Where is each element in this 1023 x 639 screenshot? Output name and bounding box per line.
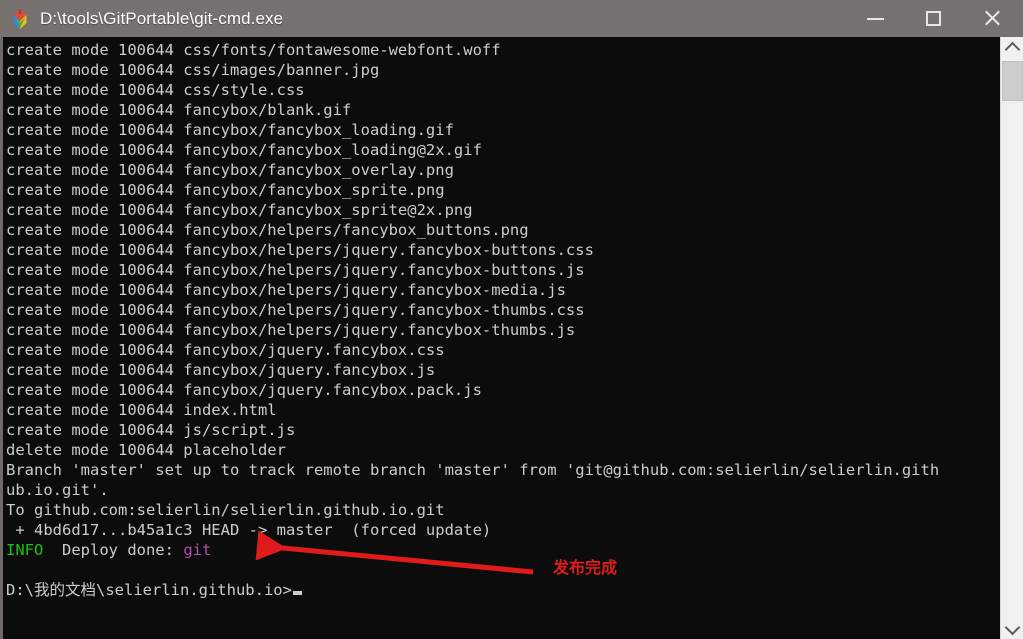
- console-text-segment: create mode 100644 css/images/banner.jpg: [6, 61, 380, 79]
- console-line: create mode 100644 fancybox/helpers/jque…: [6, 240, 1000, 260]
- console-text-segment: create mode 100644 fancybox/helpers/jque…: [6, 321, 576, 339]
- console-text-segment: create mode 100644 fancybox/jquery.fancy…: [6, 381, 482, 399]
- console-line: create mode 100644 fancybox/helpers/jque…: [6, 260, 1000, 280]
- console-text-segment: INFO: [6, 541, 44, 559]
- console-text-segment: create mode 100644 fancybox/helpers/fanc…: [6, 221, 529, 239]
- console-text-segment: create mode 100644 fancybox/helpers/jque…: [6, 301, 585, 319]
- console-line: D:\我的文档\selierlin.github.io>: [6, 580, 1000, 600]
- chevron-down-icon: [1004, 619, 1021, 635]
- console-line: create mode 100644 fancybox/jquery.fancy…: [6, 340, 1000, 360]
- console-line: create mode 100644 fancybox/helpers/fanc…: [6, 220, 1000, 240]
- minimize-button[interactable]: [852, 0, 898, 37]
- console-text-segment: To github.com:selierlin/selierlin.github…: [6, 501, 445, 519]
- close-icon: [983, 9, 1002, 28]
- console-text-segment: create mode 100644 fancybox/fancybox_spr…: [6, 181, 445, 199]
- console-text-segment: create mode 100644 fancybox/jquery.fancy…: [6, 341, 445, 359]
- chevron-up-icon: [1004, 41, 1021, 57]
- console-line: ub.io.git'.: [6, 480, 1000, 500]
- console-line: create mode 100644 fancybox/helpers/jque…: [6, 280, 1000, 300]
- console-text-segment: create mode 100644 css/style.css: [6, 81, 305, 99]
- terminal-window: D:\tools\GitPortable\git-cmd.exe create …: [0, 0, 1023, 639]
- console-line: create mode 100644 fancybox/fancybox_spr…: [6, 200, 1000, 220]
- console-text-segment: create mode 100644 index.html: [6, 401, 277, 419]
- console-text-segment: create mode 100644 fancybox/blank.gif: [6, 101, 352, 119]
- console-line: create mode 100644 fancybox/jquery.fancy…: [6, 360, 1000, 380]
- maximize-icon: [925, 11, 941, 26]
- console-line: create mode 100644 index.html: [6, 400, 1000, 420]
- console-text-segment: create mode 100644 fancybox/fancybox_ove…: [6, 161, 454, 179]
- console-line: create mode 100644 css/style.css: [6, 80, 1000, 100]
- terminal-cursor: [292, 591, 302, 595]
- console-line: create mode 100644 fancybox/fancybox_spr…: [6, 180, 1000, 200]
- console-line: create mode 100644 fancybox/jquery.fancy…: [6, 380, 1000, 400]
- console-text-segment: create mode 100644 fancybox/fancybox_spr…: [6, 201, 473, 219]
- console-line: create mode 100644 js/script.js: [6, 420, 1000, 440]
- console-text-segment: Deploy done:: [43, 541, 184, 559]
- console-line: create mode 100644 fancybox/fancybox_loa…: [6, 140, 1000, 160]
- scrollbar-up-button[interactable]: [1001, 37, 1023, 58]
- console-output[interactable]: create mode 100644 css/fonts/fontawesome…: [3, 37, 1000, 639]
- console-line: create mode 100644 fancybox/helpers/jque…: [6, 300, 1000, 320]
- console-line: create mode 100644 fancybox/fancybox_ove…: [6, 160, 1000, 180]
- console-text-segment: create mode 100644 fancybox/helpers/jque…: [6, 261, 585, 279]
- console-line: create mode 100644 fancybox/helpers/jque…: [6, 320, 1000, 340]
- console-text-segment: + 4bd6d17...b45a1c3 HEAD -> master (forc…: [6, 521, 492, 539]
- minimize-icon: [866, 17, 884, 20]
- scrollbar-down-button[interactable]: [1001, 618, 1023, 639]
- console-line: To github.com:selierlin/selierlin.github…: [6, 500, 1000, 520]
- console-text-segment: Branch 'master' set up to track remote b…: [6, 461, 940, 479]
- console-text-segment: create mode 100644 js/script.js: [6, 421, 296, 439]
- console-text-segment: create mode 100644 css/fonts/fontawesome…: [6, 41, 501, 59]
- console-text-segment: create mode 100644 fancybox/jquery.fancy…: [6, 361, 436, 379]
- git-portable-icon: [9, 8, 31, 30]
- console-text-segment: create mode 100644 fancybox/helpers/jque…: [6, 241, 594, 259]
- console-line: INFO Deploy done: git: [6, 540, 1000, 560]
- console-line: delete mode 100644 placeholder: [6, 440, 1000, 460]
- console-line: create mode 100644 css/fonts/fontawesome…: [6, 40, 1000, 60]
- console-text-segment: git: [183, 541, 212, 559]
- window-title: D:\tools\GitPortable\git-cmd.exe: [40, 8, 284, 28]
- console-line: Branch 'master' set up to track remote b…: [6, 460, 1000, 480]
- console-line: create mode 100644 fancybox/fancybox_loa…: [6, 120, 1000, 140]
- maximize-button[interactable]: [910, 0, 956, 37]
- console-text-segment: delete mode 100644 placeholder: [6, 441, 286, 459]
- close-button[interactable]: [969, 0, 1015, 37]
- console-text-segment: create mode 100644 fancybox/fancybox_loa…: [6, 141, 482, 159]
- console-line: create mode 100644 css/images/banner.jpg: [6, 60, 1000, 80]
- console-text-segment: create mode 100644 fancybox/helpers/jque…: [6, 281, 566, 299]
- window-titlebar[interactable]: D:\tools\GitPortable\git-cmd.exe: [0, 0, 1023, 37]
- console-line: create mode 100644 fancybox/blank.gif: [6, 100, 1000, 120]
- console-line: + 4bd6d17...b45a1c3 HEAD -> master (forc…: [6, 520, 1000, 540]
- console-text-segment: create mode 100644 fancybox/fancybox_loa…: [6, 121, 454, 139]
- console-area: create mode 100644 css/fonts/fontawesome…: [0, 37, 1023, 639]
- vertical-scrollbar[interactable]: [1000, 37, 1023, 639]
- console-text-segment: ub.io.git'.: [6, 481, 109, 499]
- console-text-segment: D:\我的文档\selierlin.github.io>: [6, 581, 292, 599]
- scrollbar-thumb[interactable]: [1002, 61, 1023, 101]
